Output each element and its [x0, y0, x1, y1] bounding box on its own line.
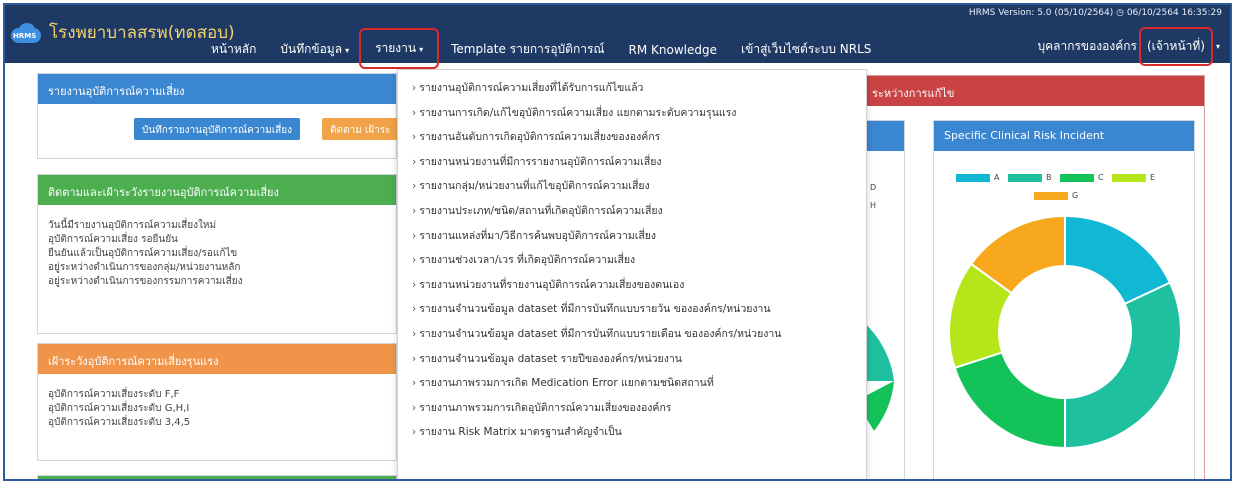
chevron-right-icon: › [412, 180, 417, 193]
chevron-down-icon: ▾ [1215, 42, 1220, 51]
hospital-name: โรงพยาบาลสรพ(ทดสอบ) [49, 23, 235, 43]
list-item[interactable]: ยืนยันแล้วเป็นอุบัติการณ์ความเสี่ยง/รอแก… [48, 247, 386, 261]
dropdown-item[interactable]: › รายงานจำนวนข้อมูล dataset ที่มีการบันทึ… [398, 297, 866, 322]
menu-home[interactable]: หน้าหลัก [211, 40, 256, 59]
main-menu: หน้าหลัก บันทึกข้อมูล ▾ รายงาน ▾ Template … [211, 28, 895, 69]
list-item[interactable]: วันนี้มีรายงานอุบัติการณ์ความเสี่ยงใหม่ [48, 219, 386, 233]
menu-template[interactable]: Template รายการอุบัติการณ์ [451, 40, 604, 59]
dropdown-item[interactable]: › รายงานช่วงเวลา/เวร ที่เกิดอุบัติการณ์คว… [398, 248, 866, 273]
panel-clinical-risk: Specific Clinical Risk Incident A B C E G [933, 120, 1195, 479]
chevron-right-icon: › [412, 303, 417, 316]
app-window: HRMS Version: 5.0 (05/10/2564) ◷ 06/10/2… [3, 3, 1232, 481]
chevron-right-icon: › [412, 204, 417, 217]
chevron-right-icon: › [412, 278, 417, 291]
legend-label: A [994, 173, 1000, 182]
dropdown-item[interactable]: › รายงาน Risk Matrix มาตรฐานสำคัญจำเป็น [398, 420, 866, 445]
legend-swatch [1060, 173, 1094, 182]
dropdown-item[interactable]: › รายงานอุบัติการณ์ความเสี่ยงที่ได้รับการ… [398, 76, 866, 101]
dropdown-item[interactable]: › รายงานกลุ่ม/หน่วยงานที่แก้ไขอุบัติการณ์… [398, 174, 866, 199]
legend-label: B [1046, 173, 1052, 182]
panel-title: รายงานอุบัติการณ์ความเสี่ยง [38, 74, 396, 104]
legend-swatch [1008, 173, 1042, 182]
panel-report-incident: รายงานอุบัติการณ์ความเสี่ยง บันทึกรายงาน… [37, 73, 402, 159]
list-item[interactable]: อุบัติการณ์ความเสี่ยงระดับ F,F [48, 388, 386, 402]
legend-item-e[interactable]: E [1112, 173, 1155, 182]
legend-swatch [1034, 191, 1068, 200]
panel-title: ระหว่างการแก้ไข [866, 76, 1204, 106]
chevron-down-icon: ▾ [419, 45, 424, 54]
user-label: บุคลากรขององค์กร [1037, 39, 1137, 53]
menu-reports[interactable]: รายงาน ▾ [359, 28, 440, 69]
chevron-down-icon: ▾ [345, 46, 350, 55]
version-info: HRMS Version: 5.0 (05/10/2564) ◷ 06/10/2… [968, 8, 1222, 18]
dropdown-item[interactable]: › รายงานแหล่งที่มา/วิธีการค้นพบอุบัติการณ… [398, 224, 866, 249]
panel-severe-incidents: เฝ้าระวังอุบัติการณ์ความเสี่ยงรุนแรง อุบ… [37, 343, 397, 461]
dropdown-item[interactable]: › รายงานภาพรวมการเกิด Medication Error แย… [398, 371, 866, 396]
panel-title: Specific Clinical Risk Incident [934, 121, 1194, 151]
dropdown-item[interactable]: › รายงานหน่วยงานที่รายงานอุบัติการณ์ความเ… [398, 273, 866, 298]
legend-swatch [1112, 173, 1146, 182]
clinical-donut-chart [948, 214, 1182, 450]
dropdown-item[interactable]: › รายงานจำนวนข้อมูล dataset รายปีขององค์ก… [398, 347, 866, 372]
menu-record-data[interactable]: บันทึกข้อมูล ▾ [280, 40, 349, 59]
user-menu[interactable]: บุคลากรขององค์กร (เจ้าหน้าที่) ▾ [1037, 27, 1220, 66]
logo-text: HRMS [13, 31, 37, 40]
donut-slice-b[interactable] [1064, 281, 1182, 450]
chevron-right-icon: › [412, 254, 417, 267]
chevron-right-icon: › [412, 377, 417, 390]
hrms-cloud-logo-icon: HRMS [9, 22, 43, 44]
legend-item-a[interactable]: A [956, 173, 999, 182]
panel-follow-up: ติดตามและเฝ้าระวังรายงานอุบัติการณ์ความเ… [37, 174, 397, 334]
chevron-right-icon: › [412, 327, 417, 340]
legend-label: D [870, 183, 877, 192]
donut-slice-c[interactable] [953, 351, 1066, 450]
legend-label: C [1098, 173, 1104, 182]
dropdown-item[interactable]: › รายงานหน่วยงานที่มีการรายงานอุบัติการณ์… [398, 150, 866, 175]
dropdown-item[interactable]: › รายงานอันดับการเกิดอุบัติการณ์ความเสี่ย… [398, 125, 866, 150]
dropdown-item[interactable]: › รายงานประเภท/ชนิด/สถานที่เกิดอุบัติการณ… [398, 199, 866, 224]
chevron-right-icon: › [412, 426, 417, 439]
legend-label: H [870, 201, 877, 210]
legend-label: G [1072, 191, 1079, 200]
menu-nrls-website[interactable]: เข้าสู่เว็บไซต์ระบบ NRLS [741, 40, 871, 59]
dropdown-item[interactable]: › รายงานจำนวนข้อมูล dataset ที่มีการบันทึ… [398, 322, 866, 347]
user-role: (เจ้าหน้าที่) [1138, 27, 1213, 66]
legend-label: E [1150, 173, 1156, 182]
panel-title: เฝ้าระวังอุบัติการณ์ความเสี่ยงรุนแรง [38, 344, 396, 374]
save-incident-button[interactable]: บันทึกรายงานอุบัติการณ์ความเสี่ยง [134, 118, 300, 140]
menu-rm-knowledge[interactable]: RM Knowledge [629, 43, 717, 57]
list-item[interactable]: อุบัติการณ์ความเสี่ยงระดับ 3,4,5 [48, 416, 386, 430]
legend-item-g[interactable]: G [1034, 191, 1078, 200]
legend-swatch [956, 173, 990, 182]
track-incident-button[interactable]: ติดตาม เฝ้าระ [322, 118, 402, 140]
chevron-right-icon: › [412, 352, 417, 365]
chevron-right-icon: › [412, 82, 417, 94]
list-item[interactable]: อยู่ระหว่างดำเนินการของกรรมการความเสี่ยง [48, 275, 386, 289]
list-item[interactable]: อุบัติการณ์ความเสี่ยงระดับ G,H,I [48, 402, 386, 416]
legend-item-c[interactable]: C [1060, 173, 1104, 182]
reports-dropdown-menu: › รายงานอุบัติการณ์ความเสี่ยงที่ได้รับการ… [397, 69, 867, 479]
brand[interactable]: HRMS โรงพยาบาลสรพ(ทดสอบ) [9, 19, 235, 46]
list-item[interactable]: อยู่ระหว่างดำเนินการของกลุ่ม/หน่วยงานหลั… [48, 261, 386, 275]
legend-item-b[interactable]: B [1008, 173, 1052, 182]
chevron-right-icon: › [412, 155, 417, 168]
dropdown-item[interactable]: › รายงานภาพรวมการเกิดอุบัติการณ์ความเสี่ย… [398, 396, 866, 421]
top-navbar: HRMS Version: 5.0 (05/10/2564) ◷ 06/10/2… [5, 5, 1230, 69]
chevron-right-icon: › [412, 401, 417, 414]
panel-title: ติดตามและเฝ้าระวังรายงานอุบัติการณ์ความเ… [38, 175, 396, 205]
dropdown-item[interactable]: › รายงานการเกิด/แก้ไขอุบัติการณ์ความเสี่ย… [398, 101, 866, 126]
panel-partial [37, 475, 397, 479]
chevron-right-icon: › [412, 131, 417, 144]
list-item[interactable]: อุบัติการณ์ความเสี่ยง รอยืนยัน [48, 233, 386, 247]
chevron-right-icon: › [412, 229, 417, 242]
chevron-right-icon: › [412, 106, 417, 119]
